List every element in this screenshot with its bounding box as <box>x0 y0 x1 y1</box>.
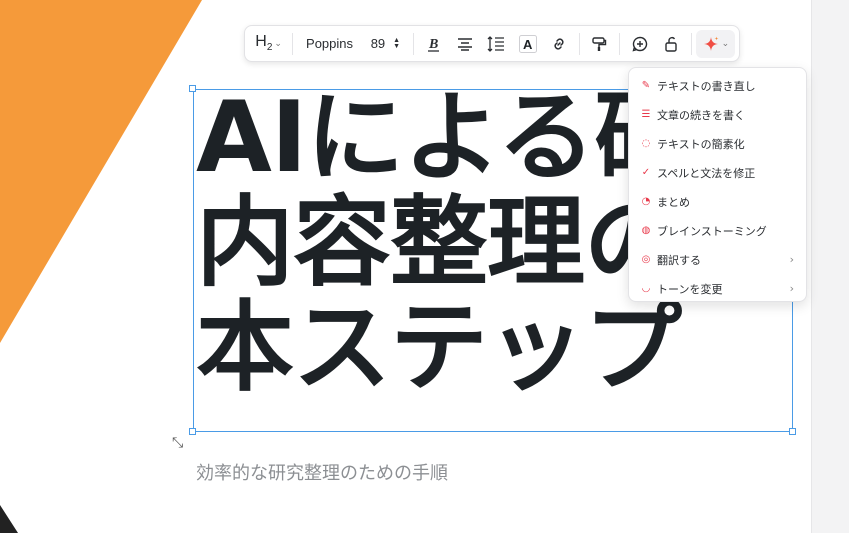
heading-label: H2 <box>255 33 273 54</box>
paint-roller-icon <box>592 36 607 51</box>
text-color-button[interactable]: A <box>512 30 543 58</box>
toolbar-divider <box>292 32 294 55</box>
right-panel-gutter <box>811 0 849 533</box>
align-center-button[interactable] <box>449 30 480 58</box>
lines-icon: ☰ <box>641 109 651 120</box>
menu-item-continue-writing[interactable]: ☰ 文章の続きを書く <box>629 100 806 129</box>
comment-plus-icon <box>632 36 647 52</box>
menu-item-brainstorm[interactable]: ◍ ブレインストーミング <box>629 216 806 245</box>
spellcheck-icon: ✓ <box>641 167 651 178</box>
brain-icon: ◍ <box>641 225 651 236</box>
menu-item-fix-spelling[interactable]: ✓ スペルと文法を修正 <box>629 158 806 187</box>
summary-icon: ◔ <box>641 196 651 207</box>
align-center-icon <box>457 37 472 51</box>
ai-sparkle-icon <box>703 36 719 51</box>
chevron-right-icon: › <box>789 282 794 295</box>
menu-item-label: テキストの書き直し <box>657 79 756 93</box>
slide-subtitle[interactable]: 効率的な研究整理のための手順 <box>196 459 448 485</box>
simplify-icon: ◌ <box>641 138 651 149</box>
text-format-toolbar: H2 ⌄ Poppins 89 ▲ ▼ B A ⌄ <box>244 25 740 62</box>
menu-item-label: テキストの簡素化 <box>657 137 745 151</box>
svg-text:A: A <box>523 37 533 52</box>
resize-handle-bottom-right[interactable] <box>789 428 796 435</box>
toolbar-divider <box>690 32 692 55</box>
menu-item-label: ブレインストーミング <box>657 224 767 238</box>
menu-item-label: スペルと文法を修正 <box>657 166 756 180</box>
link-icon <box>554 37 564 50</box>
resize-handle-bottom-left[interactable] <box>189 428 196 435</box>
pen-sparkle-icon: ✎ <box>641 80 651 91</box>
bold-icon: B <box>427 37 439 52</box>
menu-item-rewrite[interactable]: ✎ テキストの書き直し <box>629 71 806 100</box>
rotate-handle-icon[interactable]: ⤡ <box>172 435 183 451</box>
menu-item-summarize[interactable]: ◔ まとめ <box>629 187 806 216</box>
stepper-arrows-icon[interactable]: ▲ ▼ <box>393 37 400 50</box>
menu-item-label: まとめ <box>657 195 690 209</box>
ai-actions-menu: ✎ テキストの書き直し ☰ 文章の続きを書く ◌ テキストの簡素化 ✓ スペルと… <box>628 67 807 302</box>
unlock-icon <box>665 36 677 52</box>
heading-select[interactable]: H2 ⌄ <box>249 30 288 58</box>
ai-assistant-button[interactable]: ⌄ <box>695 29 735 58</box>
menu-item-translate[interactable]: ◎ 翻訳する › <box>629 245 806 274</box>
menu-item-label: トーンを変更 <box>657 282 723 296</box>
menu-item-simplify[interactable]: ◌ テキストの簡素化 <box>629 129 806 158</box>
lock-button[interactable] <box>655 30 686 58</box>
menu-item-label: 文章の続きを書く <box>657 108 745 122</box>
line-height-button[interactable] <box>481 30 512 58</box>
translate-icon: ◎ <box>641 254 651 265</box>
chevron-down-icon: ⌄ <box>274 38 282 49</box>
bold-button[interactable]: B <box>418 30 449 58</box>
font-size-stepper[interactable]: 89 ▲ ▼ <box>362 30 409 58</box>
toolbar-divider <box>619 32 621 55</box>
link-button[interactable] <box>543 30 574 58</box>
menu-item-change-tone[interactable]: ◡ トーンを変更 › <box>629 274 806 303</box>
menu-item-label: 翻訳する <box>657 253 701 267</box>
tone-icon: ◡ <box>641 283 651 294</box>
toolbar-divider <box>412 32 414 55</box>
chevron-right-icon: › <box>789 253 794 266</box>
chevron-down-icon: ⌄ <box>721 38 730 49</box>
format-painter-button[interactable] <box>584 30 615 58</box>
text-color-icon: A <box>518 34 537 53</box>
add-comment-button[interactable] <box>624 30 655 58</box>
font-size-value: 89 <box>370 36 386 51</box>
font-family-select[interactable]: Poppins <box>297 30 362 58</box>
line-height-icon <box>487 35 505 52</box>
toolbar-divider <box>578 32 580 55</box>
resize-handle-top-left[interactable] <box>189 85 196 92</box>
svg-text:B: B <box>428 37 438 52</box>
